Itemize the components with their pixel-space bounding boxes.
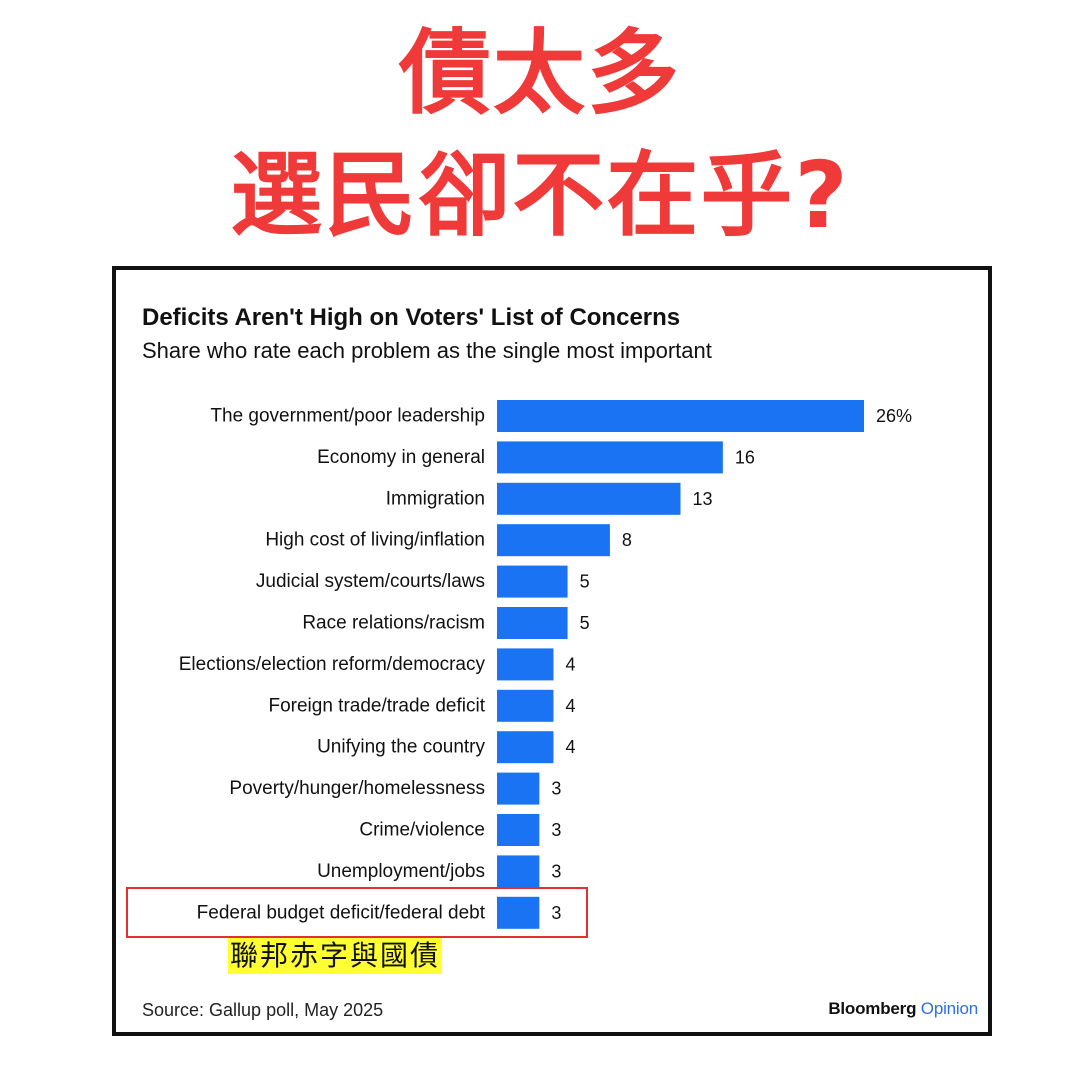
bar-immigration <box>497 482 681 515</box>
bar-elections-election-reform-democracy <box>497 648 554 681</box>
category-label-elections-election-reform-democracy: Elections/election reform/democracy <box>179 654 486 675</box>
value-label-elections-election-reform-democracy: 4 <box>565 654 575 674</box>
category-label-economy-in-general: Economy in general <box>317 447 485 468</box>
category-label-immigration: Immigration <box>386 488 485 509</box>
bar-judicial-system-courts-laws <box>497 565 568 598</box>
category-label-race-relations-racism: Race relations/racism <box>302 613 485 634</box>
bar-high-cost-of-living-inflation <box>497 524 610 557</box>
category-label-the-government-poor-leadership: The government/poor leadership <box>210 406 485 427</box>
brand-logo: Bloomberg Opinion <box>828 999 978 1019</box>
category-label-unifying-the-country: Unifying the country <box>317 737 485 758</box>
source-note: Source: Gallup poll, May 2025 <box>142 1000 384 1020</box>
brand-name: Bloomberg <box>828 999 917 1018</box>
bar-the-government-poor-leadership <box>497 400 864 432</box>
headline-line-1: 債太多 <box>398 20 681 127</box>
value-label-crime-violence: 3 <box>551 820 561 840</box>
highlight-box <box>126 887 588 938</box>
bar-unifying-the-country <box>497 731 554 764</box>
category-label-judicial-system-courts-laws: Judicial system/courts/laws <box>256 571 485 592</box>
value-label-high-cost-of-living-inflation: 8 <box>622 530 632 550</box>
category-label-unemployment-jobs: Unemployment/jobs <box>317 861 485 882</box>
brand-suffix: Opinion <box>920 999 978 1018</box>
chart-frame: Deficits Aren't High on Voters' List of … <box>112 266 992 1036</box>
bar-unemployment-jobs <box>497 855 540 888</box>
value-label-judicial-system-courts-laws: 5 <box>580 572 590 592</box>
bar-crime-violence <box>497 814 540 846</box>
category-label-crime-violence: Crime/violence <box>359 820 485 841</box>
bar-poverty-hunger-homelessness <box>497 772 540 805</box>
value-label-economy-in-general: 16 <box>735 447 755 467</box>
value-label-race-relations-racism: 5 <box>580 613 590 633</box>
value-label-immigration: 13 <box>693 489 713 509</box>
value-label-unifying-the-country: 4 <box>565 737 575 757</box>
category-label-poverty-hunger-homelessness: Poverty/hunger/homelessness <box>229 778 485 799</box>
value-label-unemployment-jobs: 3 <box>551 861 561 881</box>
headline-line-2: 選民卻不在乎? <box>230 142 850 249</box>
bar-foreign-trade-trade-deficit <box>497 689 554 722</box>
value-label-foreign-trade-trade-deficit: 4 <box>565 696 575 716</box>
value-label-poverty-hunger-homelessness: 3 <box>551 779 561 799</box>
bar-economy-in-general <box>497 441 723 474</box>
bar-race-relations-racism <box>497 607 568 639</box>
category-label-high-cost-of-living-inflation: High cost of living/inflation <box>265 530 485 551</box>
category-label-foreign-trade-trade-deficit: Foreign trade/trade deficit <box>268 695 485 716</box>
value-label-the-government-poor-leadership: 26% <box>876 406 912 426</box>
annotation-label: 聯邦赤字與國債 <box>228 938 443 974</box>
